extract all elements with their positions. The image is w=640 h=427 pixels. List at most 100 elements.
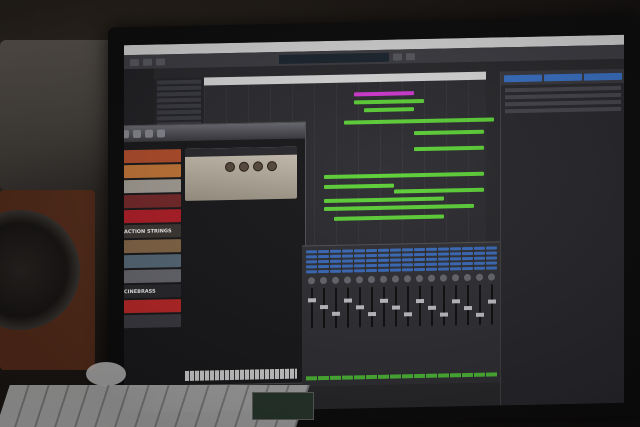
volume-fader[interactable] xyxy=(463,285,472,326)
fader-cap[interactable] xyxy=(331,311,340,316)
browser-row[interactable] xyxy=(505,92,621,100)
toolbar-button[interactable] xyxy=(130,58,139,66)
plugin-slot[interactable] xyxy=(414,247,425,252)
pan-knob[interactable] xyxy=(380,275,387,283)
volume-fader[interactable] xyxy=(451,285,460,326)
fader-cap[interactable] xyxy=(403,312,412,317)
toolbar-button[interactable] xyxy=(143,58,152,66)
plugin-slot[interactable] xyxy=(474,246,485,250)
instrument-panel[interactable] xyxy=(185,146,297,201)
plugin-slot[interactable] xyxy=(318,259,329,264)
fader-cap[interactable] xyxy=(487,299,496,304)
plugin-slot[interactable] xyxy=(438,247,449,251)
fader-cap[interactable] xyxy=(439,312,448,317)
instrument-knob[interactable] xyxy=(225,161,235,173)
plugin-slot[interactable] xyxy=(306,270,317,274)
volume-fader[interactable] xyxy=(403,286,412,327)
plugin-slot[interactable] xyxy=(414,252,425,257)
pan-knob[interactable] xyxy=(344,276,351,284)
plugin-slot[interactable] xyxy=(366,258,377,263)
fader-cap[interactable] xyxy=(463,305,472,311)
plugin-button[interactable] xyxy=(124,130,129,139)
plugin-slot[interactable] xyxy=(450,247,461,251)
plugin-slot[interactable] xyxy=(390,268,401,272)
pan-knob[interactable] xyxy=(404,275,411,283)
plugin-slot[interactable] xyxy=(366,263,377,268)
fader-cap[interactable] xyxy=(475,312,484,317)
plugin-slot[interactable] xyxy=(354,249,365,253)
volume-fader[interactable] xyxy=(307,288,316,329)
plugin-slot[interactable] xyxy=(378,258,389,262)
plugin-slot[interactable] xyxy=(342,264,353,268)
plugin-slot[interactable] xyxy=(486,261,497,265)
plugin-slot[interactable] xyxy=(318,269,329,274)
plugin-slot[interactable] xyxy=(342,259,353,263)
pan-knob[interactable] xyxy=(332,276,339,284)
volume-fader[interactable] xyxy=(355,287,364,328)
library-tile[interactable] xyxy=(124,254,181,269)
plugin-slot[interactable] xyxy=(486,266,497,270)
plugin-slot[interactable] xyxy=(390,258,401,262)
plugin-piano-keyboard[interactable] xyxy=(185,368,297,381)
plugin-slot[interactable] xyxy=(318,264,329,269)
plugin-slot[interactable] xyxy=(486,256,497,260)
plugin-slot[interactable] xyxy=(330,259,341,263)
browser-tab[interactable] xyxy=(504,73,542,82)
fader-cap[interactable] xyxy=(379,298,388,303)
plugin-slot[interactable] xyxy=(462,246,473,251)
library-tile[interactable] xyxy=(124,239,181,254)
plugin-slot[interactable] xyxy=(414,257,425,262)
plugin-slot[interactable] xyxy=(306,265,317,269)
plugin-slot[interactable] xyxy=(414,262,425,267)
track-header[interactable] xyxy=(157,115,201,121)
plugin-slot[interactable] xyxy=(390,248,401,252)
volume-fader[interactable] xyxy=(415,286,424,327)
instrument-knob[interactable] xyxy=(253,161,263,172)
plugin-slot[interactable] xyxy=(354,269,365,273)
plugin-slot[interactable] xyxy=(318,254,329,259)
plugin-slot[interactable] xyxy=(330,254,341,258)
plugin-slot[interactable] xyxy=(426,247,437,251)
plugin-slot[interactable] xyxy=(318,249,329,254)
library-tile[interactable] xyxy=(124,194,181,209)
plugin-slot[interactable] xyxy=(450,252,461,256)
fader-cap[interactable] xyxy=(391,305,400,310)
plugin-slot[interactable] xyxy=(306,260,317,264)
plugin-slot[interactable] xyxy=(426,262,437,266)
plugin-slot[interactable] xyxy=(378,268,389,272)
pan-knob[interactable] xyxy=(416,274,423,283)
volume-fader[interactable] xyxy=(367,287,376,328)
fader-cap[interactable] xyxy=(415,298,424,304)
volume-fader[interactable] xyxy=(319,288,328,329)
plugin-slot[interactable] xyxy=(426,257,437,261)
track-header[interactable] xyxy=(157,91,201,97)
browser-tab[interactable] xyxy=(584,72,622,81)
plugin-slot[interactable] xyxy=(462,261,473,266)
library-tile[interactable] xyxy=(124,149,181,164)
fader-cap[interactable] xyxy=(451,299,460,304)
browser-row[interactable] xyxy=(505,85,621,93)
plugin-slot[interactable] xyxy=(366,248,377,253)
pan-knob[interactable] xyxy=(392,275,399,283)
pan-knob[interactable] xyxy=(452,274,459,282)
track-header[interactable] xyxy=(157,97,201,103)
toolbar-button[interactable] xyxy=(393,52,402,61)
plugin-slot[interactable] xyxy=(330,249,341,253)
library-tile[interactable] xyxy=(124,164,181,179)
plugin-slot[interactable] xyxy=(378,263,389,267)
plugin-slot[interactable] xyxy=(402,263,413,267)
plugin-slot[interactable] xyxy=(462,251,473,256)
plugin-slot[interactable] xyxy=(354,264,365,268)
plugin-slot[interactable] xyxy=(330,269,341,273)
plugin-slot[interactable] xyxy=(306,255,317,259)
fader-cap[interactable] xyxy=(427,305,436,310)
plugin-slot[interactable] xyxy=(450,262,461,266)
library-tile[interactable] xyxy=(124,314,181,329)
browser-tab[interactable] xyxy=(544,73,582,81)
plugin-slot[interactable] xyxy=(378,253,389,257)
plugin-slot[interactable] xyxy=(474,261,485,265)
plugin-slot[interactable] xyxy=(354,254,365,258)
plugin-slot[interactable] xyxy=(306,250,317,254)
plugin-slot[interactable] xyxy=(438,257,449,261)
volume-fader[interactable] xyxy=(439,285,448,326)
